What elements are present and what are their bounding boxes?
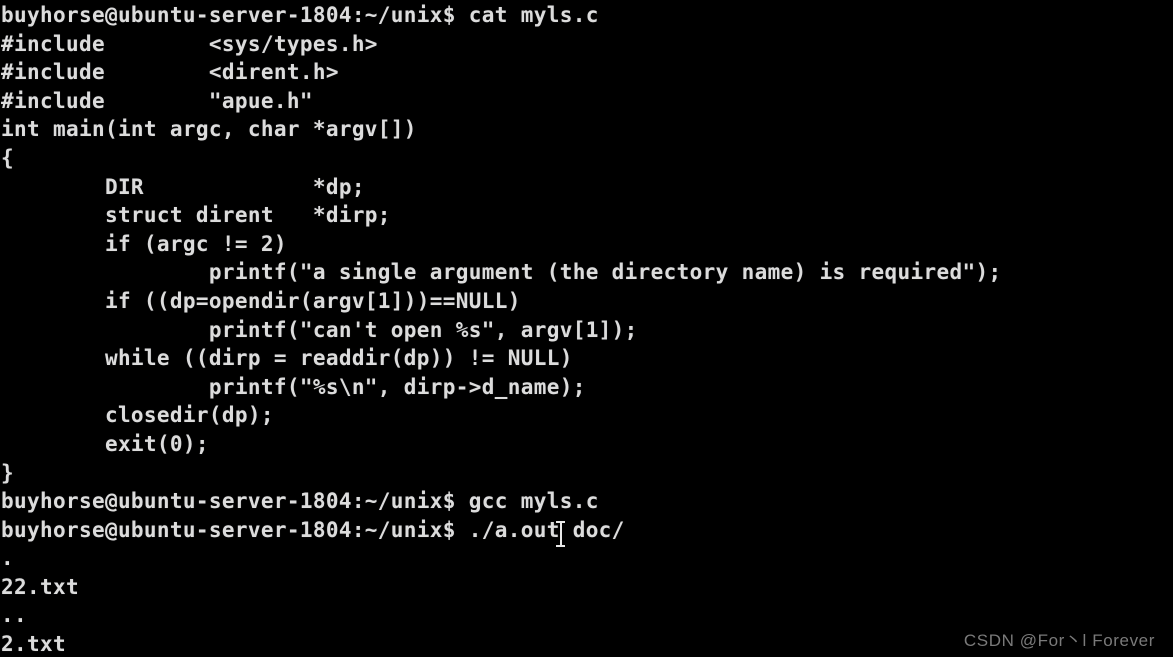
terminal-window[interactable]: buyhorse@ubuntu-server-1804:~/unix$ cat … bbox=[0, 0, 1173, 657]
terminal-line: buyhorse@ubuntu-server-1804:~/unix$ gcc … bbox=[1, 489, 599, 514]
terminal-line: #include "apue.h" bbox=[1, 88, 313, 113]
terminal-line: } bbox=[1, 460, 14, 485]
terminal-line: int main(int argc, char *argv[]) bbox=[1, 117, 417, 142]
terminal-line: { bbox=[1, 145, 14, 170]
terminal-line: struct dirent *dirp; bbox=[1, 203, 391, 228]
terminal-line: printf("%s\n", dirp->d_name); bbox=[1, 374, 586, 399]
terminal-line: #include <sys/types.h> bbox=[1, 31, 378, 56]
terminal-line: DIR *dp; bbox=[1, 174, 365, 199]
terminal-line: .. bbox=[1, 603, 27, 628]
terminal-line: if (argc != 2) bbox=[1, 231, 287, 256]
terminal-line: . bbox=[1, 546, 14, 571]
terminal-line: printf("a single argument (the directory… bbox=[1, 260, 1002, 285]
terminal-line: printf("can't open %s", argv[1]); bbox=[1, 317, 638, 342]
terminal-screen[interactable]: buyhorse@ubuntu-server-1804:~/unix$ cat … bbox=[0, 0, 1173, 657]
terminal-line: exit(0); bbox=[1, 431, 209, 456]
terminal-line: buyhorse@ubuntu-server-1804:~/unix$ cat … bbox=[1, 3, 599, 27]
terminal-line: #include <dirent.h> bbox=[1, 60, 339, 85]
terminal-line: while ((dirp = readdir(dp)) != NULL) bbox=[1, 346, 573, 371]
terminal-line: buyhorse@ubuntu-server-1804:~/unix$ ./a.… bbox=[1, 517, 625, 542]
terminal-line: 2.txt bbox=[1, 632, 66, 657]
terminal-line: 22.txt bbox=[1, 574, 79, 599]
terminal-line: if ((dp=opendir(argv[1]))==NULL) bbox=[1, 288, 521, 313]
terminal-line: closedir(dp); bbox=[1, 403, 274, 428]
